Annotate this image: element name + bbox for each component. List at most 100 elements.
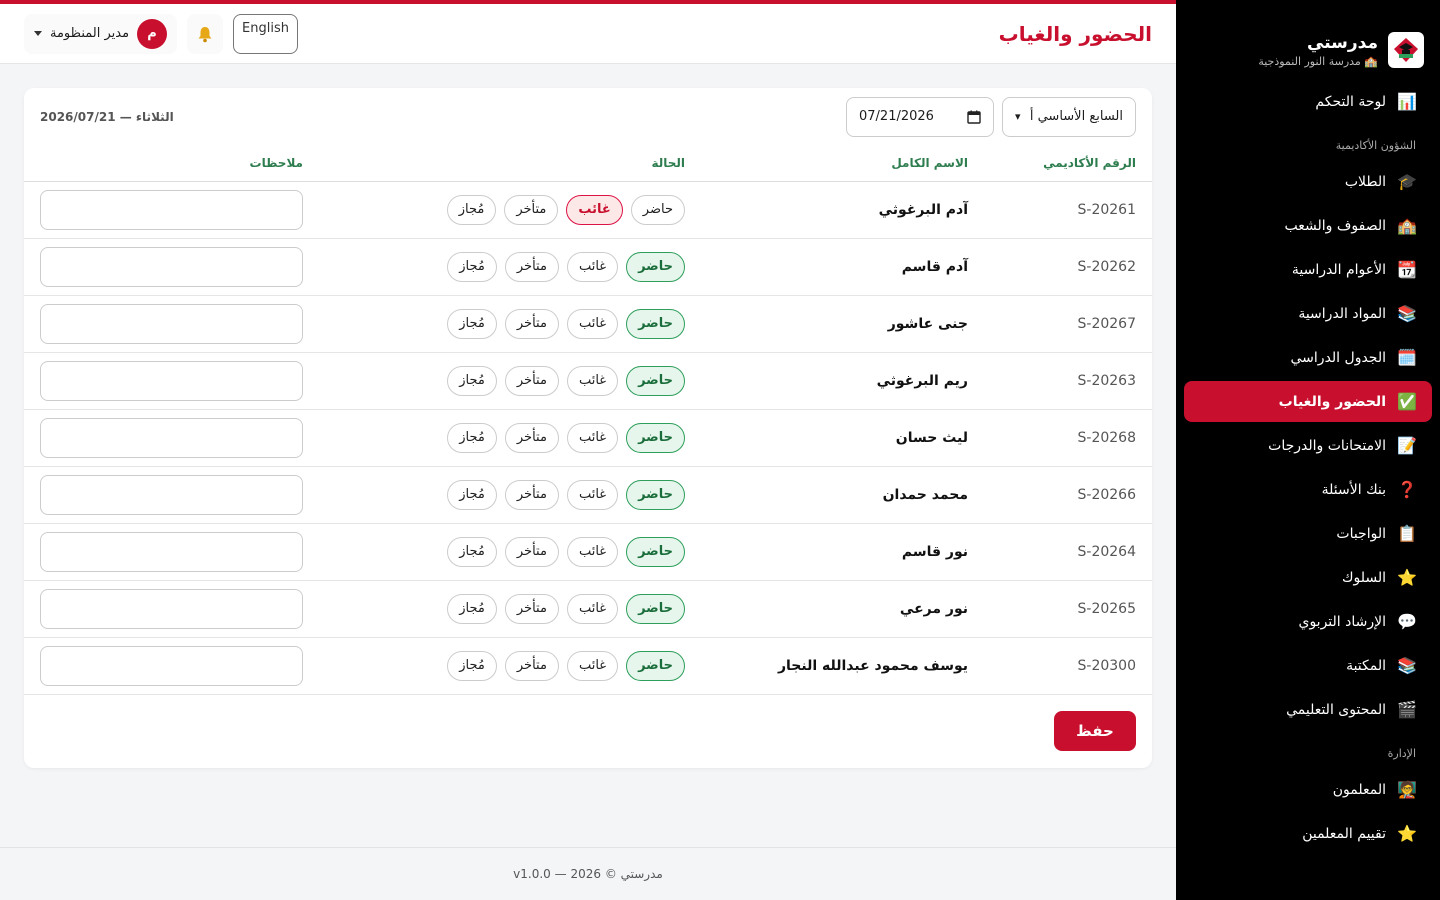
sidebar-item-label: المكتبة <box>1346 657 1386 674</box>
status-excused-button[interactable]: مُجاز <box>446 194 497 225</box>
status-late-button[interactable]: متأخر <box>504 479 559 510</box>
student-name-cell: نور قاسم <box>701 523 984 581</box>
status-present-button[interactable]: حاضر <box>626 308 685 339</box>
notes-input[interactable] <box>40 645 303 686</box>
sidebar-item[interactable]: ⭐ السلوك <box>1184 557 1432 598</box>
notes-input[interactable] <box>40 417 303 458</box>
sidebar-item[interactable]: ⭐ تقييم المعلمين <box>1184 813 1432 854</box>
notes-input[interactable] <box>40 588 303 629</box>
status-present-button[interactable]: حاضر <box>626 422 685 453</box>
notes-cell <box>24 352 319 410</box>
status-present-button[interactable]: حاضر <box>626 365 685 396</box>
academic-id-cell: S-20266 <box>984 466 1152 524</box>
status-late-button[interactable]: متأخر <box>504 422 559 453</box>
status-cell: حاضر غائب متأخر مُجاز <box>319 409 701 467</box>
sidebar-section-title: الشؤون الأكاديمية <box>1335 139 1416 152</box>
school-name: 🏫 مدرسة النور النموذجية <box>1258 54 1378 68</box>
status-present-button[interactable]: حاضر <box>626 536 685 567</box>
status-absent-button[interactable]: غائب <box>566 365 619 396</box>
notes-input[interactable] <box>40 531 303 572</box>
status-late-button[interactable]: متأخر <box>504 251 559 282</box>
user-name: مدير المنظومة <box>50 26 130 41</box>
status-excused-button[interactable]: مُجاز <box>447 593 497 624</box>
table-header-row: الرقم الأكاديمي الاسم الكامل الحالة ملاح… <box>24 145 1152 182</box>
status-excused-button[interactable]: مُجاز <box>447 365 497 396</box>
status-excused-button[interactable]: مُجاز <box>447 308 497 339</box>
sidebar-item[interactable]: 🗓️ الجدول الدراسي <box>1184 337 1432 378</box>
status-present-button[interactable]: حاضر <box>626 593 685 624</box>
bell-icon <box>198 26 212 42</box>
sidebar-item[interactable]: ✅ الحضور والغياب <box>1184 381 1432 422</box>
sidebar-item-label: الصفوف والشعب <box>1284 217 1386 234</box>
sidebar-item[interactable]: 📚 المواد الدراسية <box>1184 293 1432 334</box>
school-logo-icon <box>1388 32 1424 68</box>
status-excused-button[interactable]: مُجاز <box>447 422 497 453</box>
calendar-icon[interactable] <box>967 110 981 124</box>
status-present-button[interactable]: حاضر <box>626 479 685 510</box>
nav-icon: 📚 <box>1397 304 1417 323</box>
attendance-card: السابع الأساسي أ ▾ 07/21/2026 الثلاثاء —… <box>24 88 1152 768</box>
status-cell: حاضر غائب متأخر مُجاز <box>319 580 701 638</box>
column-header-full-name: الاسم الكامل <box>701 145 984 182</box>
brand[interactable]: مدرستي 🏫 مدرسة النور النموذجية <box>1176 0 1440 78</box>
sidebar-item[interactable]: 📚 المكتبة <box>1184 645 1432 686</box>
language-toggle-button[interactable]: English <box>233 13 298 54</box>
notes-input[interactable] <box>40 474 303 515</box>
sidebar-item-label: المحتوى التعليمي <box>1286 701 1386 718</box>
status-absent-button[interactable]: غائب <box>566 650 619 681</box>
column-header-status: الحالة <box>319 145 701 182</box>
status-options: حاضر غائب متأخر مُجاز <box>335 593 685 624</box>
sidebar-item[interactable]: 📊 لوحة التحكم <box>1184 81 1432 122</box>
page-title: الحضور والغياب <box>998 21 1152 46</box>
notes-input[interactable] <box>40 189 303 230</box>
sidebar-item[interactable]: 🏫 الصفوف والشعب <box>1184 205 1432 246</box>
sidebar-item[interactable]: 📋 الواجبات <box>1184 513 1432 554</box>
status-absent-button[interactable]: غائب <box>566 251 619 282</box>
sidebar-item[interactable]: 🎓 الطلاب <box>1184 161 1432 202</box>
status-absent-button[interactable]: غائب <box>566 422 619 453</box>
status-cell: حاضر غائب متأخر مُجاز <box>319 466 701 524</box>
status-absent-button[interactable]: غائب <box>566 479 619 510</box>
student-name-cell: آدم قاسم <box>701 238 984 296</box>
status-absent-button[interactable]: غائب <box>566 536 619 567</box>
status-present-button[interactable]: حاضر <box>630 194 685 225</box>
status-cell: حاضر غائب متأخر مُجاز <box>319 238 701 296</box>
sidebar-section-title: الإدارة <box>1387 747 1416 760</box>
status-present-button[interactable]: حاضر <box>626 251 685 282</box>
status-absent-button[interactable]: غائب <box>566 593 619 624</box>
status-present-button[interactable]: حاضر <box>626 650 685 681</box>
status-late-button[interactable]: متأخر <box>504 194 559 225</box>
user-menu[interactable]: مدير المنظومة م <box>24 13 178 54</box>
status-excused-button[interactable]: مُجاز <box>447 251 497 282</box>
sidebar-item[interactable]: 🎬 المحتوى التعليمي <box>1184 689 1432 730</box>
sidebar-item[interactable]: 📝 الامتحانات والدرجات <box>1184 425 1432 466</box>
status-absent-button[interactable]: غائب <box>566 308 619 339</box>
notifications-button[interactable] <box>187 13 224 54</box>
date-input[interactable]: 07/21/2026 <box>846 96 994 137</box>
status-excused-button[interactable]: مُجاز <box>447 479 497 510</box>
save-button[interactable]: حفظ <box>1054 710 1136 751</box>
academic-id-cell: S-20263 <box>984 352 1152 410</box>
status-late-button[interactable]: متأخر <box>504 650 559 681</box>
status-late-button[interactable]: متأخر <box>504 365 559 396</box>
sidebar-item-label: السلوك <box>1341 569 1386 586</box>
status-options: حاضر غائب متأخر مُجاز <box>335 194 685 225</box>
status-cell: حاضر غائب متأخر مُجاز <box>319 295 701 353</box>
notes-input[interactable] <box>40 246 303 287</box>
sidebar-item[interactable]: 🧑‍🏫 المعلمون <box>1184 769 1432 810</box>
notes-input[interactable] <box>40 360 303 401</box>
status-cell: حاضر غائب متأخر مُجاز <box>319 637 701 695</box>
sidebar-item-label: الجدول الدراسي <box>1290 349 1386 366</box>
notes-input[interactable] <box>40 303 303 344</box>
status-excused-button[interactable]: مُجاز <box>447 650 497 681</box>
nav-icon: ⭐ <box>1397 568 1417 587</box>
status-late-button[interactable]: متأخر <box>504 593 559 624</box>
sidebar-item[interactable]: 💬 الإرشاد التربوي <box>1184 601 1432 642</box>
sidebar-item[interactable]: ❓ بنك الأسئلة <box>1184 469 1432 510</box>
status-absent-button[interactable]: غائب <box>566 194 623 225</box>
class-select[interactable]: السابع الأساسي أ ▾ <box>1002 96 1136 137</box>
status-late-button[interactable]: متأخر <box>504 308 559 339</box>
sidebar-item[interactable]: 📆 الأعوام الدراسية <box>1184 249 1432 290</box>
status-late-button[interactable]: متأخر <box>504 536 559 567</box>
status-excused-button[interactable]: مُجاز <box>447 536 497 567</box>
